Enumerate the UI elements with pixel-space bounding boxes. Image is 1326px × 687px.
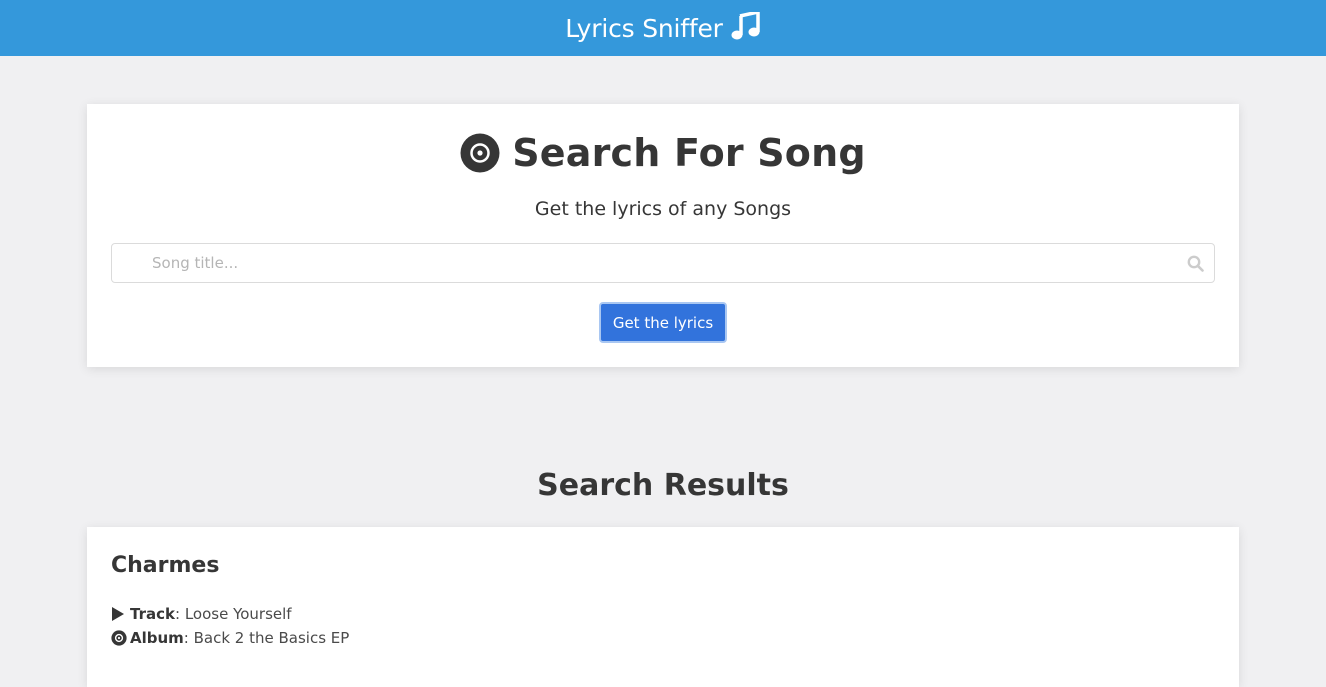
search-field (111, 243, 1215, 283)
track-name: Loose Yourself (184, 605, 292, 623)
search-subtitle: Get the lyrics of any Songs (534, 198, 792, 220)
search-title-text: Search For Song (512, 131, 866, 175)
navbar: Lyrics Sniffer (0, 0, 1326, 56)
track-row: Track: Loose Yourself (111, 605, 292, 623)
artist-name: Charmes (111, 553, 220, 578)
music-note-icon (731, 12, 761, 40)
search-card: Search For Song Get the lyrics of any So… (87, 104, 1239, 367)
album-name: Back 2 the Basics EP (193, 629, 350, 647)
song-title-input[interactable] (112, 244, 1214, 282)
brand[interactable]: Lyrics Sniffer (565, 12, 761, 43)
results-heading: Search Results (537, 468, 789, 503)
album-disc-icon (111, 630, 129, 646)
get-lyrics-button[interactable]: Get the lyrics (599, 302, 727, 343)
play-icon (111, 606, 129, 622)
search-heading: Search For Song (87, 131, 1239, 175)
result-card[interactable]: Charmes Track: Loose Yourself Album: Bac… (87, 527, 1239, 687)
search-icon (1187, 255, 1204, 272)
track-label: Track (130, 605, 175, 623)
album-label: Album (130, 629, 184, 647)
record-disc-icon (460, 133, 500, 173)
album-row: Album: Back 2 the Basics EP (111, 629, 349, 647)
app-title: Lyrics Sniffer (565, 13, 723, 43)
